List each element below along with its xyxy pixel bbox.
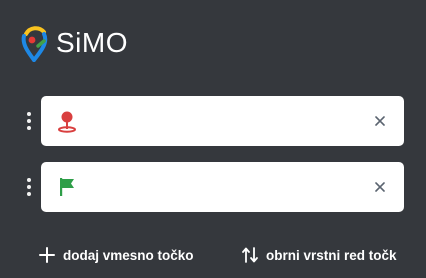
app-name: SiMO xyxy=(56,27,128,58)
destination-input[interactable] xyxy=(89,161,366,213)
plus-icon xyxy=(38,246,56,264)
origin-field xyxy=(41,95,404,147)
origin-row xyxy=(22,95,404,147)
reverse-order-label: obrni vrstni red točk xyxy=(266,247,397,263)
drag-handle-icon[interactable] xyxy=(22,162,36,212)
map-pin-logo-icon xyxy=(21,26,48,62)
add-waypoint-button[interactable]: dodaj vmesno točko xyxy=(38,246,194,264)
close-icon[interactable] xyxy=(366,107,394,135)
route-actions: dodaj vmesno točko obrni vrstni red točk xyxy=(38,246,426,268)
close-icon[interactable] xyxy=(366,173,394,201)
add-waypoint-label: dodaj vmesno točko xyxy=(63,247,194,263)
swap-vertical-icon xyxy=(241,246,259,264)
origin-input[interactable] xyxy=(89,95,366,147)
drag-handle-icon[interactable] xyxy=(22,96,36,146)
destination-field xyxy=(41,161,404,213)
app-logo: SiMO xyxy=(20,24,128,62)
start-pin-icon xyxy=(55,109,79,133)
destination-row xyxy=(22,161,404,213)
flag-icon xyxy=(55,175,79,199)
reverse-order-button[interactable]: obrni vrstni red točk xyxy=(241,246,397,264)
